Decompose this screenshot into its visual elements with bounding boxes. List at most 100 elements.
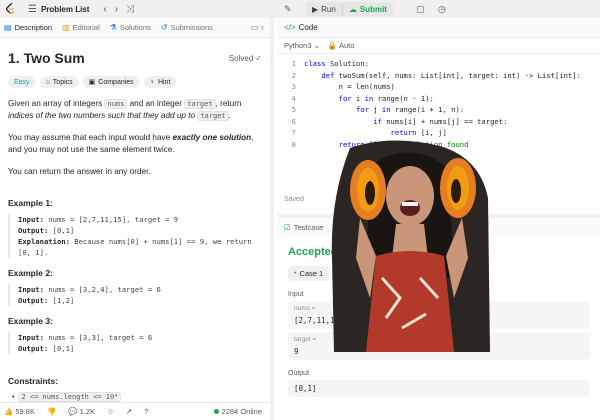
language-select[interactable]: Python3 ⌄ (284, 41, 320, 50)
code-text: def twoSum(self, nums: List[int], target… (321, 70, 581, 80)
code-text: return [i, j] (390, 128, 447, 138)
code-text: n = len(nums) (304, 82, 395, 92)
debug-icon[interactable]: ✎ (284, 4, 292, 15)
code-tab[interactable]: Code (299, 23, 318, 32)
code-line[interactable]: 6 if nums[i] + nums[j] == target: (278, 116, 600, 128)
top-bar: ☰ Problem List ‹ › ⤨ ✎ ▶ Run ☁ Submit ▢ ◷ (0, 0, 600, 18)
comments-button[interactable]: 💬 1.2K (68, 407, 95, 416)
tag-icon: ⌂ (45, 78, 50, 86)
tab-solutions[interactable]: ⚗ Solutions (110, 23, 151, 32)
line-number: 8 (291, 139, 296, 149)
inline-code-target: target (197, 111, 229, 121)
flask-icon: ⚗ (109, 23, 117, 32)
lock-icon: ▣ (88, 79, 96, 86)
problem-assumption: You may assume that each input would hav… (8, 133, 254, 154)
prev-problem-icon[interactable]: ‹ (103, 4, 106, 15)
code-text: class Solution: (304, 59, 369, 69)
share-button[interactable]: ↗ (126, 407, 132, 416)
submit-button[interactable]: ☁ Submit (343, 2, 393, 16)
line-number: 5 (291, 105, 296, 115)
solved-status: Solved ✓ (228, 53, 262, 63)
code-line[interactable]: 4 for i in range(n - 1): (278, 93, 600, 105)
help-icon: ? (144, 407, 149, 416)
tab-testcase[interactable]: Testcase (294, 223, 324, 232)
help-button[interactable]: ? (144, 407, 148, 416)
tab-description[interactable]: ▤ Description (4, 23, 52, 32)
line-number: 4 (291, 93, 296, 103)
next-problem-icon[interactable]: › (115, 4, 118, 15)
constraints-title: Constraints: (8, 376, 59, 386)
comment-icon: 💬 (68, 407, 78, 416)
like-button[interactable]: 👍 59.8K (4, 407, 35, 416)
example-3-block: Input: nums = [3,3], target = 6 Output: … (8, 332, 262, 354)
check-circle-icon: ✓ (255, 53, 262, 63)
bullet-icon: • (12, 393, 15, 401)
line-number: 1 (291, 59, 296, 69)
history-icon: ↺ (160, 23, 168, 32)
code-line[interactable]: 1 class Solution: (278, 58, 600, 70)
lock-icon: 🔒 (327, 41, 338, 50)
example-1-block: Input: nums = [2,7,11,15], target = 9 Ou… (8, 214, 262, 258)
output-label: Output (288, 370, 310, 377)
code-brackets-icon: </> (284, 23, 296, 32)
inline-code-nums: nums (104, 99, 128, 109)
dislike-button[interactable]: 👎 (47, 407, 56, 416)
code-text: for i in range(n - 1): (338, 93, 434, 103)
code-line[interactable]: 5 for j in range(i + 1, n): (278, 104, 600, 116)
online-dot-icon (213, 409, 219, 414)
star-icon: ☆ (107, 407, 114, 416)
line-number: 2 (291, 70, 296, 80)
line-number: 7 (291, 128, 296, 138)
checkbox-icon: ☑ (284, 222, 291, 232)
favorite-button[interactable]: ☆ (107, 407, 114, 416)
description-tabs: ▤ Description ▥ Editorial ⚗ Solutions ↺ Subm… (0, 18, 270, 38)
topics-chip[interactable]: ⌂ Topics (39, 76, 79, 88)
play-icon: ▶ (312, 4, 319, 14)
run-submit-group: ▶ Run ☁ Submit (306, 2, 393, 16)
book-icon: ▥ (62, 23, 70, 32)
code-line[interactable]: 3 n = len(nums) (278, 81, 600, 93)
tab-submissions[interactable]: ↺ Submissions (161, 23, 213, 32)
tab-editorial[interactable]: ▥ Editorial (62, 23, 100, 32)
thumbs-up-icon: 👍 (4, 407, 14, 416)
example-1-title: Example 1: (8, 198, 53, 208)
document-icon: ▤ (4, 23, 12, 32)
example-2-block: Input: nums = [3,2,4], target = 6 Output… (8, 284, 262, 306)
shuffle-icon[interactable]: ⤨ (126, 4, 134, 15)
hint-chip[interactable]: ♀ Hint (143, 76, 177, 88)
constraint-item: • 2 <= nums.length <= 10⁴ (12, 392, 262, 402)
share-icon: ↗ (125, 407, 133, 416)
code-line[interactable]: 2 def twoSum(self, nums: List[int], targ… (278, 70, 600, 82)
online-count: 2284 Online (213, 407, 262, 416)
check-dot-icon: • (294, 270, 297, 277)
chevron-down-icon: ⌄ (313, 41, 320, 50)
timer-icon[interactable]: ◷ (438, 4, 446, 15)
problem-note: You can return the answer in any order. (8, 167, 151, 176)
run-button[interactable]: ▶ Run (306, 2, 342, 16)
upload-icon: ☁ (348, 4, 357, 14)
lightbulb-icon: ♀ (149, 78, 155, 86)
difficulty-badge[interactable]: Easy (8, 76, 36, 88)
inline-code-target: target (184, 99, 216, 109)
notes-icon[interactable]: ▢ (416, 4, 425, 15)
collapse-panel-icon[interactable]: ▭ ‹ (250, 22, 264, 33)
code-text: if nums[i] + nums[j] == target: (373, 116, 508, 126)
example-3-title: Example 3: (8, 316, 53, 326)
problem-list-link[interactable]: Problem List (41, 5, 89, 14)
autosave-indicator: 🔒 Auto (327, 41, 355, 50)
leetcode-logo-icon[interactable] (6, 3, 16, 15)
overlay-photo (331, 140, 490, 352)
code-text: for j in range(i + 1, n): (355, 105, 465, 115)
code-header: </> Code (278, 18, 600, 38)
line-number: 6 (291, 116, 296, 126)
output-box: [0,1] (288, 380, 590, 397)
example-2-title: Example 2: (8, 268, 53, 278)
problem-list-icon[interactable]: ☰ (28, 4, 37, 15)
description-panel: ▤ Description ▥ Editorial ⚗ Solutions ↺ Subm… (0, 18, 274, 420)
saved-status: Saved (284, 196, 304, 203)
problem-title: 1. Two Sum (8, 50, 85, 66)
code-line[interactable]: 7 return [i, j] (278, 127, 600, 139)
case-1-tab[interactable]: • Case 1 (288, 266, 330, 281)
thumbs-down-icon: 👎 (46, 407, 57, 416)
companies-chip[interactable]: ▣ Companies (82, 76, 140, 88)
